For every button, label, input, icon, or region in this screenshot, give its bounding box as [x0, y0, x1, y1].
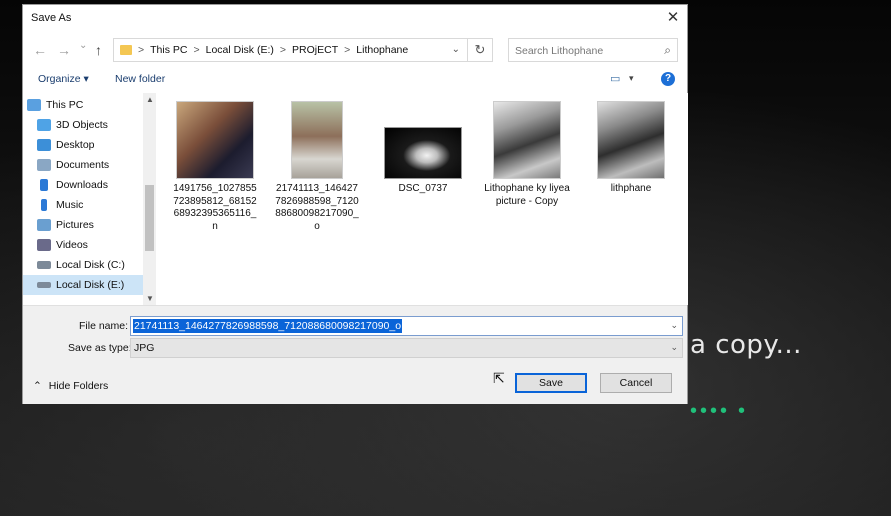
pictures-icon	[37, 219, 51, 231]
file-name: 21741113_1464277826988598_71208868009821…	[275, 183, 359, 232]
cube-icon	[37, 119, 51, 131]
sidebar-item-this-pc[interactable]: This PC	[27, 95, 147, 115]
image-thumbnail	[176, 101, 254, 179]
back-button[interactable]: ←	[33, 42, 47, 58]
sidebar-item-label: Pictures	[56, 219, 94, 231]
mouse-cursor-icon: ⇱	[493, 370, 505, 386]
image-thumbnail	[493, 101, 561, 179]
file-item[interactable]: 21741113_1464277826988598_71208868009821…	[274, 101, 360, 233]
sidebar-item-desktop[interactable]: Desktop	[37, 135, 157, 155]
breadcrumb-separator: >	[193, 44, 200, 56]
computer-icon	[27, 99, 41, 111]
breadcrumb-separator: >	[279, 44, 287, 56]
up-button[interactable]: ↑	[95, 42, 102, 58]
new-folder-button[interactable]: New folder	[115, 73, 165, 85]
organize-button[interactable]: Organize ▾	[38, 73, 89, 85]
title-bar: Save As ✕	[23, 5, 687, 31]
sidebar-item-label: 3D Objects	[56, 119, 108, 131]
sidebar-item-label: Videos	[56, 239, 88, 251]
search-box[interactable]: Search Lithophane ⌕	[508, 38, 678, 62]
sidebar-item-documents[interactable]: Documents	[37, 155, 157, 175]
image-thumbnail	[597, 101, 665, 179]
image-thumbnail	[384, 127, 462, 179]
hide-folders-button[interactable]: ⌃ Hide Folders	[33, 380, 108, 392]
dialog-title: Save As	[31, 12, 72, 24]
search-icon[interactable]: ⌕	[664, 43, 671, 58]
drive-icon	[37, 261, 51, 269]
sidebar-item-videos[interactable]: Videos	[37, 235, 157, 255]
breadcrumb-this-pc[interactable]: This PC	[150, 44, 187, 56]
search-input[interactable]: Search Lithophane	[515, 45, 603, 57]
chevron-down-icon[interactable]: ⌄	[670, 342, 678, 353]
file-item[interactable]: DSC_0737	[380, 101, 466, 196]
file-list: 1491756_1027855723895812_681526893239536…	[158, 93, 688, 305]
file-item[interactable]: 1491756_1027855723895812_681526893239536…	[172, 101, 258, 233]
file-name-input[interactable]: 21741113_1464277826988598_71208868009821…	[130, 316, 683, 336]
sidebar-item-local-disk-e[interactable]: Local Disk (E:)	[23, 275, 143, 295]
breadcrumb-separator: >	[344, 44, 351, 56]
file-name-label: File name:	[79, 320, 129, 332]
close-button[interactable]: ✕	[659, 5, 687, 31]
hide-folders-label: Hide Folders	[48, 380, 109, 392]
save-as-type-value: JPG	[134, 342, 155, 354]
loading-dot: •	[738, 400, 746, 422]
loading-dots: ••••	[690, 400, 731, 422]
desktop-icon	[37, 139, 51, 151]
sidebar-item-label: Desktop	[56, 139, 95, 151]
folder-icon	[120, 45, 132, 55]
sidebar-scrollbar[interactable]: ▲ ▼	[143, 93, 156, 305]
refresh-button[interactable]: ↻	[467, 39, 492, 61]
sidebar-item-label: This PC	[46, 99, 84, 111]
help-icon[interactable]: ?	[661, 72, 675, 86]
chevron-down-icon[interactable]: ⌄	[670, 320, 678, 331]
scrollbar-thumb[interactable]	[145, 185, 154, 251]
sidebar-item-label: Music	[56, 199, 84, 211]
breadcrumb-separator: >	[138, 44, 145, 56]
file-item[interactable]: lithphane	[588, 101, 674, 196]
breadcrumb-local-disk-e[interactable]: Local Disk (E:)	[206, 44, 274, 56]
view-options-button[interactable]: ▾	[629, 73, 634, 84]
sidebar-item-3d-objects[interactable]: 3D Objects	[37, 115, 157, 135]
drive-icon	[37, 282, 51, 288]
sidebar-item-music[interactable]: Music	[37, 195, 157, 215]
sidebar-item-label: Downloads	[56, 179, 108, 191]
sidebar-item-pictures[interactable]: Pictures	[37, 215, 157, 235]
chevron-down-icon[interactable]: ⌄	[452, 44, 460, 55]
sidebar-item-label: Documents	[56, 159, 110, 171]
file-name: Lithophane ky liyea picture - Copy	[484, 183, 570, 207]
file-name: 1491756_1027855723895812_681526893239536…	[173, 183, 257, 232]
chevron-up-icon: ⌃	[33, 380, 42, 392]
file-name: DSC_0737	[398, 183, 448, 194]
save-options-panel: File name: 21741113_1464277826988598_712…	[23, 305, 687, 404]
image-thumbnail	[291, 101, 343, 179]
scroll-down-icon[interactable]: ▼	[146, 294, 154, 303]
film-icon	[37, 239, 51, 251]
sidebar-item-label: Local Disk (E:)	[56, 279, 125, 291]
file-name-value[interactable]: 21741113_1464277826988598_71208868009821…	[133, 319, 403, 333]
music-note-icon	[41, 199, 47, 211]
navigation-bar: ← → ⌄ ↑ > This PC > Local Disk (E:) > PR…	[23, 38, 687, 64]
file-item[interactable]: Lithophane ky liyea picture - Copy	[484, 101, 570, 208]
save-as-dialog: Save As ✕ ← → ⌄ ↑ > This PC > Local Disk…	[22, 4, 688, 404]
save-as-type-label: Save as type:	[68, 342, 132, 354]
breadcrumb-lithophane[interactable]: Lithophane	[356, 44, 408, 56]
sidebar-item-downloads[interactable]: Downloads	[37, 175, 157, 195]
breadcrumb-project[interactable]: PROjECT	[292, 44, 338, 56]
forward-button[interactable]: →	[57, 42, 71, 58]
save-button[interactable]: Save	[515, 373, 587, 393]
address-bar[interactable]: > This PC > Local Disk (E:) > PROjECT > …	[113, 38, 493, 62]
download-icon	[40, 179, 48, 191]
sidebar-item-label: Local Disk (C:)	[56, 259, 125, 271]
change-view-icon[interactable]: ▭	[610, 72, 620, 85]
recent-locations-button[interactable]: ⌄	[79, 40, 87, 51]
save-as-type-select[interactable]: JPG ⌄	[130, 338, 683, 358]
cancel-button[interactable]: Cancel	[600, 373, 672, 393]
scroll-up-icon[interactable]: ▲	[146, 95, 154, 104]
file-name: lithphane	[610, 183, 652, 194]
navigation-pane: This PC 3D Objects Desktop Documents Dow…	[23, 93, 156, 305]
document-icon	[37, 159, 51, 171]
sidebar-item-local-disk-c[interactable]: Local Disk (C:)	[37, 255, 157, 275]
command-bar: Organize ▾ New folder ▭ ▾ ?	[23, 69, 687, 91]
background-status-text: a copy...	[690, 330, 802, 360]
